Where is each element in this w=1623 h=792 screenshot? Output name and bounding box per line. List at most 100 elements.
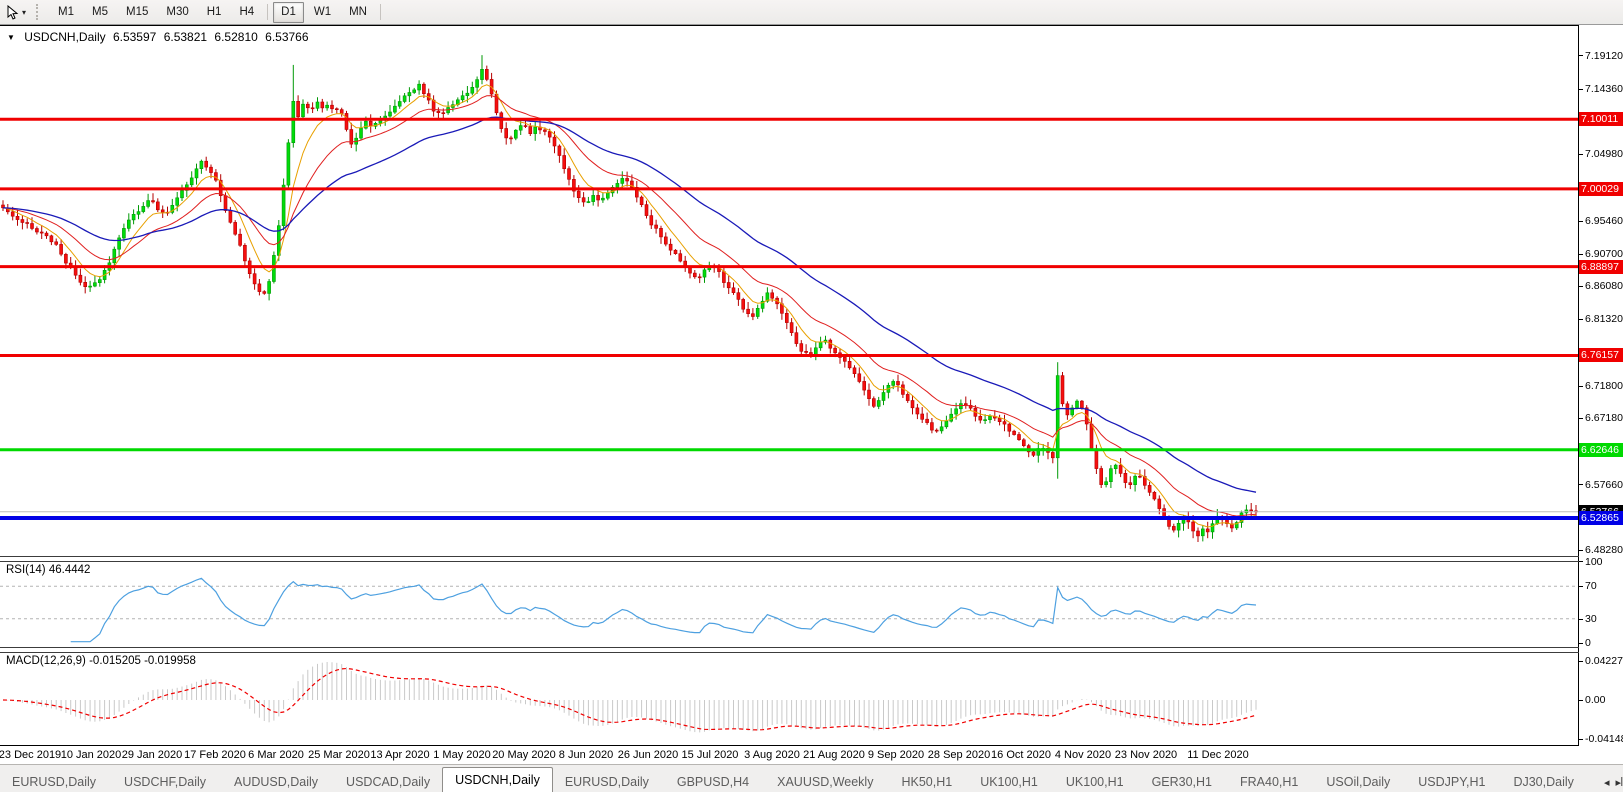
tick-mark <box>1579 253 1583 255</box>
price-axis-tick: 7.19120 <box>1579 50 1623 62</box>
toolbar-separator <box>267 4 269 20</box>
price-tick-label: 7.19120 <box>1585 49 1623 62</box>
tick-mark <box>1579 88 1583 90</box>
timeframe-button-m15[interactable]: M15 <box>118 2 156 23</box>
chart-tab-uk100-h1[interactable]: UK100,H1 <box>968 771 1050 792</box>
date-axis[interactable]: 23 Dec 2019 10 Jan 2020 29 Jan 2020 17 Feb … <box>0 746 1579 764</box>
price-axis-tick: 6.71800 <box>1579 380 1623 392</box>
mt4-window: ▾ M1 M5 M15 M30 H1 H4 D1 W1 MN ▼ USDCNH,Daily 6.… <box>0 0 1623 792</box>
price-axis-tick: 6.95460 <box>1579 215 1623 227</box>
timeframe-button-m5[interactable]: M5 <box>84 2 116 23</box>
price-line-label: 6.52865 <box>1579 511 1623 526</box>
price-tick-label: 6.86080 <box>1585 280 1623 293</box>
price-tick-label: 6.81320 <box>1585 313 1623 326</box>
timeframe-button-m1[interactable]: M1 <box>50 2 82 23</box>
toolbar-separator <box>379 4 381 20</box>
chart-tab-usdjpy-h1[interactable]: USDJPY,H1 <box>1406 771 1497 792</box>
price-axis[interactable]: 7.19120 7.14360 7.04980 6.95460 6.90700 6.860… <box>1579 25 1623 746</box>
price-tick-label: 6.57660 <box>1585 478 1623 491</box>
price-axis-tick: 6.81320 <box>1579 313 1623 325</box>
chart-tab-usdcnh-daily[interactable]: USDCNH,Daily <box>442 767 553 792</box>
price-chart-canvas[interactable] <box>0 25 1578 746</box>
macd-axis-tick: 0.00 <box>1579 694 1605 706</box>
date-tick-label: 11 Dec 2020 <box>1187 749 1249 761</box>
timeframe-button-mn[interactable]: MN <box>341 2 375 23</box>
price-axis-tick: 7.04980 <box>1579 148 1623 160</box>
tick-mark <box>1579 220 1583 222</box>
rsi-axis-tick: 0 <box>1579 637 1591 649</box>
rsi-axis-tick: 70 <box>1579 580 1597 592</box>
chart-tab-usdchf-daily[interactable]: USDCHF,Daily <box>112 771 218 792</box>
timeframe-button-w1[interactable]: W1 <box>306 2 339 23</box>
ohlc-open: 6.53597 <box>112 30 157 44</box>
timeframe-toolbar: ▾ M1 M5 M15 M30 H1 H4 D1 W1 MN <box>0 0 1623 25</box>
chart-window-top-border <box>0 25 1623 26</box>
macd-axis-tick: -0.04148 <box>1579 733 1623 745</box>
price-tick-label: 7.04980 <box>1585 148 1623 161</box>
tabs-scroll-left-icon[interactable]: ◂ <box>1604 776 1610 789</box>
price-line-label: 6.88897 <box>1579 259 1623 274</box>
chart-tab-dj30-daily[interactable]: DJ30,Daily <box>1501 771 1585 792</box>
macd-name: MACD(12,26,9) <box>6 655 86 667</box>
macd-label: MACD(12,26,9) -0.015205 -0.019958 <box>6 655 196 667</box>
rsi-axis-tick: 100 <box>1579 556 1603 568</box>
price-tick-label: 6.67180 <box>1585 412 1623 425</box>
macd-current-value: -0.015205 <box>89 655 141 667</box>
chart-tab-bar: EURUSD,Daily USDCHF,Daily AUDUSD,Daily USDC… <box>0 764 1623 792</box>
collapse-triangle-icon[interactable]: ▼ <box>7 33 15 42</box>
rsi-name: RSI(14) <box>6 564 46 576</box>
chart-tab-hk50-h1[interactable]: HK50,H1 <box>889 771 964 792</box>
macd-signal-value: -0.019958 <box>144 655 196 667</box>
price-line-label: 6.62646 <box>1579 442 1623 457</box>
tick-mark <box>1579 319 1583 321</box>
timeframe-button-d1[interactable]: D1 <box>273 1 304 23</box>
rsi-current-value: 46.4442 <box>48 564 91 576</box>
chart-title: ▼ USDCNH,Daily 6.53597 6.53821 6.52810 6… <box>7 30 313 44</box>
macd-panel-top-border <box>0 652 1579 653</box>
price-tick-label: 6.48280 <box>1585 544 1623 556</box>
chart-tab-fra40-h1[interactable]: FRA40,H1 <box>1228 771 1310 792</box>
chart-tab-ger30-h1[interactable]: GER30,H1 <box>1140 771 1224 792</box>
timeframe-button-h4[interactable]: H4 <box>231 2 262 23</box>
ohlc-close: 6.53766 <box>265 30 309 44</box>
price-line-label: 6.76157 <box>1579 348 1623 363</box>
symbol-period-label: USDCNH,Daily <box>24 30 106 44</box>
tick-mark <box>1579 154 1583 156</box>
tab-scroll-controls: ◂ ▸ <box>1599 776 1621 789</box>
chart-tab-audusd-daily[interactable]: AUDUSD,Daily <box>222 771 330 792</box>
price-tick-label: 6.90700 <box>1585 248 1623 260</box>
tabs-scroll-right-icon[interactable]: ▸ <box>1615 776 1621 789</box>
rsi-panel-splitter[interactable] <box>0 556 1579 557</box>
tick-mark <box>1579 549 1583 551</box>
chevron-down-icon[interactable]: ▾ <box>22 8 26 17</box>
tick-mark <box>1579 484 1583 486</box>
tick-mark <box>1579 285 1583 287</box>
chart-tab-usoil-daily[interactable]: USOil,Daily <box>1314 771 1402 792</box>
price-axis-tick: 6.57660 <box>1579 479 1623 491</box>
timeframe-button-m30[interactable]: M30 <box>158 2 196 23</box>
chart-tab-usdcad-daily[interactable]: USDCAD,Daily <box>334 771 442 792</box>
price-axis-tick: 6.48280 <box>1579 544 1623 556</box>
rsi-axis-tick: 30 <box>1579 613 1597 625</box>
price-axis-tick: 6.90700 <box>1579 248 1623 260</box>
price-tick-label: 6.95460 <box>1585 214 1623 227</box>
chart-tab-uk100-h1[interactable]: UK100,H1 <box>1054 771 1136 792</box>
price-axis-tick: 7.14360 <box>1579 83 1623 95</box>
rsi-panel-top-border <box>0 561 1579 562</box>
ohlc-high: 6.53821 <box>163 30 208 44</box>
rsi-label: RSI(14) 46.4442 <box>6 564 90 576</box>
price-axis-tick: 6.86080 <box>1579 280 1623 292</box>
price-line-label: 7.10011 <box>1579 112 1623 127</box>
ohlc-low: 6.52810 <box>214 30 258 44</box>
toolbar-grip-handle[interactable] <box>36 4 41 20</box>
cursor-tool-button[interactable]: ▾ <box>2 2 30 22</box>
chart-tab-gbpusd-h4[interactable]: GBPUSD,H4 <box>665 771 761 792</box>
macd-axis-tick: 0.042275 <box>1579 655 1623 667</box>
timeframe-button-h1[interactable]: H1 <box>199 2 230 23</box>
price-axis-tick: 6.67180 <box>1579 412 1623 424</box>
macd-panel-splitter[interactable] <box>0 647 1579 648</box>
chart-tab-eurusd-daily[interactable]: EURUSD,Daily <box>553 771 661 792</box>
chart-tab-xauusd-weekly[interactable]: XAUUSD,Weekly <box>765 771 885 792</box>
chart-tab-eurusd-daily[interactable]: EURUSD,Daily <box>0 771 108 792</box>
price-tick-label: 6.71800 <box>1585 379 1623 392</box>
